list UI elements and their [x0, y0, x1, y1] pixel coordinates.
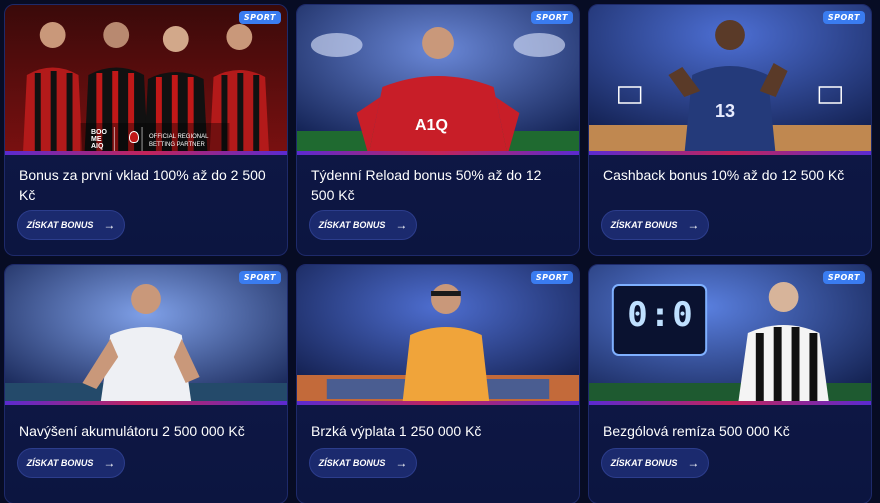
arrow-right-icon: → [687, 456, 700, 470]
jersey-number: 13 [715, 101, 736, 121]
sport-badge: SPORT [238, 271, 281, 284]
sport-badge: SPORT [822, 271, 865, 284]
promo-title: Brzká výplata 1 250 000 Kč [311, 423, 482, 439]
promo-image-basketball-player: 13 [589, 5, 871, 155]
card-divider [5, 401, 287, 405]
promo-card-acca-boost[interactable]: SPORT Navýšení akumulátoru 2 500 000 Kč … [4, 264, 288, 503]
sport-badge: SPORT [530, 11, 573, 24]
card-divider [589, 151, 871, 155]
get-bonus-button[interactable]: ZÍSKAT BONUS → [17, 448, 125, 478]
promo-card-weekly-reload[interactable]: A1Q SPORT Týdenní Reload bonus 50% až do… [296, 4, 580, 256]
promo-card-goalless-draw[interactable]: 0:0 SPORT Bezgólová remíza 500 000 Kč ZÍ… [588, 264, 872, 503]
promo-title: Bonus za první vklad 100% až do 2 500 Kč [19, 167, 266, 203]
arrow-right-icon: → [395, 218, 408, 232]
get-bonus-button[interactable]: ZÍSKAT BONUS → [309, 448, 417, 478]
jersey-text: A1Q [415, 117, 448, 134]
scoreboard-display: 0:0 [627, 295, 695, 335]
club-crest-icon [129, 131, 139, 143]
get-bonus-button[interactable]: ZÍSKAT BONUS → [309, 210, 417, 240]
sport-badge: SPORT [822, 11, 865, 24]
promo-image-referee: 0:0 [589, 265, 871, 405]
sport-badge: SPORT [238, 11, 281, 24]
partner-caption: OFFICIAL REGIONAL BETTING PARTNER [149, 134, 209, 148]
get-bonus-button[interactable]: ZÍSKAT BONUS → [17, 210, 125, 240]
promo-title: Navýšení akumulátoru 2 500 000 Kč [19, 423, 245, 439]
button-label: ZÍSKAT BONUS [26, 458, 94, 468]
promo-image-football-player: A1Q [297, 5, 579, 155]
card-divider [5, 151, 287, 155]
promo-grid: BOO ME AIQ OFFICIAL REGIONAL BETTING PAR… [4, 4, 872, 503]
promo-title: Bezgólová remíza 500 000 Kč [603, 423, 790, 439]
get-bonus-button[interactable]: ZÍSKAT BONUS → [601, 210, 709, 240]
sport-badge: SPORT [530, 271, 573, 284]
promo-image-football-team: BOO ME AIQ OFFICIAL REGIONAL BETTING PAR… [5, 5, 287, 155]
button-label: ZÍSKAT BONUS [318, 458, 386, 468]
button-label: ZÍSKAT BONUS [610, 458, 678, 468]
arrow-right-icon: → [103, 218, 116, 232]
promo-title: Cashback bonus 10% až do 12 500 Kč [603, 167, 845, 183]
promo-card-first-deposit[interactable]: BOO ME AIQ OFFICIAL REGIONAL BETTING PAR… [4, 4, 288, 256]
promo-image-football-celebration [5, 265, 287, 405]
sponsor-logo: BOO ME AIQ [91, 129, 107, 150]
promo-card-early-payout[interactable]: SPORT Brzká výplata 1 250 000 Kč ZÍSKAT … [296, 264, 580, 503]
card-divider [589, 401, 871, 405]
button-label: ZÍSKAT BONUS [610, 220, 678, 230]
button-label: ZÍSKAT BONUS [318, 220, 386, 230]
promo-image-tennis-player [297, 265, 579, 405]
arrow-right-icon: → [687, 218, 700, 232]
button-label: ZÍSKAT BONUS [26, 220, 94, 230]
promo-title: Týdenní Reload bonus 50% až do 12 500 Kč [311, 167, 542, 203]
get-bonus-button[interactable]: ZÍSKAT BONUS → [601, 448, 709, 478]
promo-card-cashback[interactable]: 13 SPORT Cashback bonus 10% až do 12 500… [588, 4, 872, 256]
arrow-right-icon: → [395, 456, 408, 470]
arrow-right-icon: → [103, 456, 116, 470]
card-divider [297, 151, 579, 155]
card-divider [297, 401, 579, 405]
